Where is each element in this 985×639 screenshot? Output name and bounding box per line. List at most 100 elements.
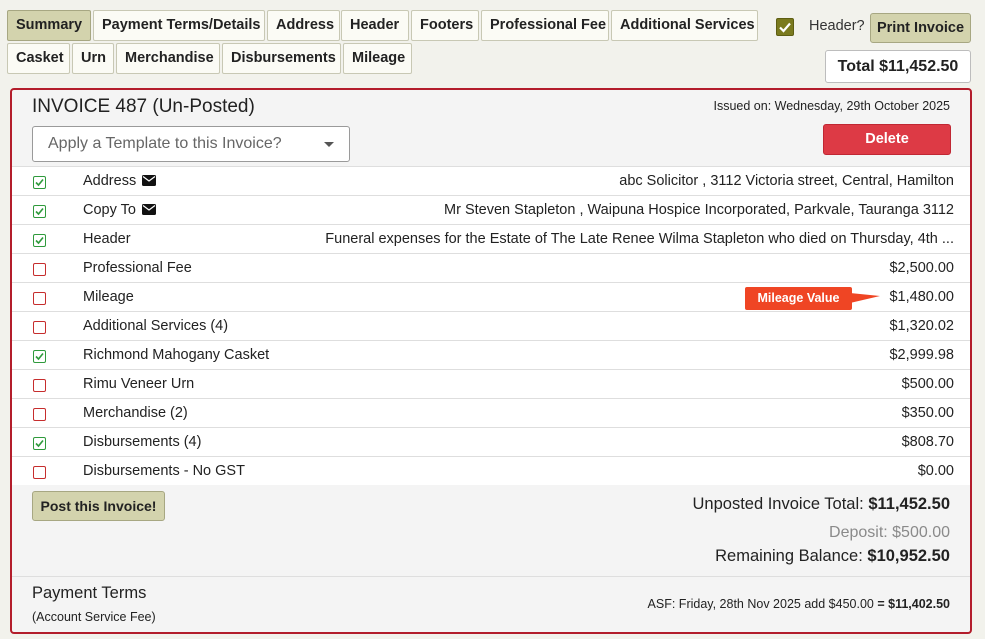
item-label: Disbursements (4) <box>83 434 201 450</box>
item-label: Professional Fee <box>83 260 192 276</box>
invoice-item-rimu-veneer-urn: Rimu Veneer Urn $500.00 <box>12 369 970 398</box>
remaining-balance-value: $10,952.50 <box>867 547 950 565</box>
unposted-total-label: Unposted Invoice Total: <box>692 495 864 513</box>
invoice-totals: Unposted Invoice Total: $11,452.50 Depos… <box>693 495 951 566</box>
tab-footers[interactable]: Footers <box>411 10 479 41</box>
item-include-checkbox[interactable] <box>33 379 46 392</box>
tab-mileage[interactable]: Mileage <box>343 43 412 74</box>
tab-address[interactable]: Address <box>267 10 340 41</box>
tooltip-pointer-icon <box>850 293 880 303</box>
checkmark-icon <box>35 207 44 216</box>
item-label: Address <box>83 173 157 189</box>
item-include-checkbox[interactable] <box>33 205 46 218</box>
item-label-text: Header <box>83 231 131 247</box>
template-select-placeholder: Apply a Template to this Invoice? <box>48 135 282 152</box>
item-label-text: Additional Services (4) <box>83 318 229 334</box>
asf-total: = $11,402.50 <box>877 597 950 611</box>
item-label-text: Rimu Veneer Urn <box>83 376 195 392</box>
tab-disbursements[interactable]: Disbursements <box>222 43 341 74</box>
item-value: Mr Steven Stapleton , Waipuna Hospice In… <box>444 202 954 218</box>
item-value: $808.70 <box>901 434 954 450</box>
print-invoice-button[interactable]: Print Invoice <box>870 13 971 43</box>
item-label-text: Richmond Mahogany Casket <box>83 347 270 363</box>
invoice-item-merchandise-2: Merchandise (2) $350.00 <box>12 398 970 427</box>
item-value: abc Solicitor , 3112 Victoria street, Ce… <box>619 173 954 189</box>
tab-casket[interactable]: Casket <box>7 43 70 74</box>
item-value: $0.00 <box>917 463 954 479</box>
item-label: Mileage <box>83 289 134 305</box>
header-checkbox[interactable] <box>776 18 794 36</box>
invoice-item-copy-to: Copy To Mr Steven Stapleton , Waipuna Hos… <box>12 195 970 224</box>
delete-button[interactable]: Delete <box>823 124 951 155</box>
item-include-checkbox[interactable] <box>33 408 46 421</box>
tab-header[interactable]: Header <box>341 10 409 41</box>
item-label: Rimu Veneer Urn <box>83 376 194 392</box>
item-label: Disbursements - No GST <box>83 463 245 479</box>
remaining-balance: Remaining Balance: $10,952.50 <box>693 547 950 566</box>
invoice-items-list: Address abc Solicitor , 3112 Victoria str… <box>12 166 970 485</box>
tab-professional-fee[interactable]: Professional Fee <box>481 10 609 41</box>
tab-additional-services[interactable]: Additional Services <box>611 10 758 41</box>
item-include-checkbox[interactable] <box>33 466 46 479</box>
template-select[interactable]: Apply a Template to this Invoice? <box>32 126 350 162</box>
remaining-balance-label: Remaining Balance: <box>715 547 863 565</box>
item-label: Merchandise (2) <box>83 405 188 421</box>
checkmark-icon <box>779 22 791 33</box>
invoice-item-mileage: Mileage $1,480.00 Mileage Value <box>12 282 970 311</box>
tab-urn[interactable]: Urn <box>72 43 114 74</box>
tab-summary[interactable]: Summary <box>7 10 91 41</box>
item-value: $1,480.00 <box>889 289 954 305</box>
envelope-icon[interactable] <box>141 204 156 215</box>
invoice-total-badge: Total $11,452.50 <box>825 50 971 83</box>
item-include-checkbox[interactable] <box>33 263 46 276</box>
item-label: Header <box>83 231 131 247</box>
unposted-total-value: $11,452.50 <box>868 495 950 513</box>
item-value: $2,999.98 <box>889 347 954 363</box>
item-label-text: Copy To <box>83 202 136 218</box>
item-include-checkbox[interactable] <box>33 437 46 450</box>
item-include-checkbox[interactable] <box>33 350 46 363</box>
item-label-text: Address <box>83 173 137 189</box>
mileage-value-tooltip: Mileage Value <box>745 287 852 310</box>
item-label: Copy To <box>83 202 156 218</box>
item-value: Funeral expenses for the Estate of The L… <box>325 231 954 247</box>
checkmark-icon <box>35 439 44 448</box>
item-value: $500.00 <box>901 376 954 392</box>
payment-terms-title: Payment Terms <box>32 584 147 602</box>
item-label-text: Mileage <box>83 289 134 305</box>
invoice-title: INVOICE 487 (Un-Posted) <box>32 96 255 117</box>
invoice-item-header: Header Funeral expenses for the Estate of… <box>12 224 970 253</box>
invoice-item-richmond-mahogany-casket: Richmond Mahogany Casket $2,999.98 <box>12 340 970 369</box>
invoice-item-disbursements-4: Disbursements (4) $808.70 <box>12 427 970 456</box>
asf-summary: ASF: Friday, 28th Nov 2025 add $450.00 =… <box>648 597 950 611</box>
invoice-item-professional-fee: Professional Fee $2,500.00 <box>12 253 970 282</box>
post-invoice-button[interactable]: Post this Invoice! <box>32 491 165 521</box>
envelope-icon[interactable] <box>142 175 157 186</box>
deposit-amount: Deposit: $500.00 <box>829 524 950 541</box>
invoice-item-address: Address abc Solicitor , 3112 Victoria str… <box>12 166 970 195</box>
payment-terms-subtitle: (Account Service Fee) <box>32 610 156 624</box>
checkmark-icon <box>35 236 44 245</box>
item-value: $2,500.00 <box>889 260 954 276</box>
item-include-checkbox[interactable] <box>33 292 46 305</box>
issued-date: Issued on: Wednesday, 29th October 2025 <box>713 99 951 113</box>
asf-text: ASF: Friday, 28th Nov 2025 add $450.00 <box>647 597 874 611</box>
invoice-panel: INVOICE 487 (Un-Posted) Issued on: Wedne… <box>10 88 972 634</box>
invoice-item-additional-services-4: Additional Services (4) $1,320.02 <box>12 311 970 340</box>
item-include-checkbox[interactable] <box>33 234 46 247</box>
tab-merchandise[interactable]: Merchandise <box>116 43 220 74</box>
item-value: $1,320.02 <box>889 318 954 334</box>
item-include-checkbox[interactable] <box>33 176 46 189</box>
item-value: $350.00 <box>901 405 954 421</box>
header-toggle-label: Header? <box>809 18 865 34</box>
tab-payment-terms-details[interactable]: Payment Terms/Details <box>93 10 265 41</box>
item-label-text: Disbursements (4) <box>83 434 202 450</box>
invoice-item-disbursements-no-gst: Disbursements - No GST $0.00 <box>12 456 970 485</box>
payment-terms-section: Payment Terms (Account Service Fee) ASF:… <box>12 576 970 632</box>
item-label: Additional Services (4) <box>83 318 228 334</box>
item-label: Richmond Mahogany Casket <box>83 347 269 363</box>
item-label-text: Merchandise (2) <box>83 405 188 421</box>
item-include-checkbox[interactable] <box>33 321 46 334</box>
caret-down-icon <box>324 142 334 147</box>
item-label-text: Professional Fee <box>83 260 192 276</box>
